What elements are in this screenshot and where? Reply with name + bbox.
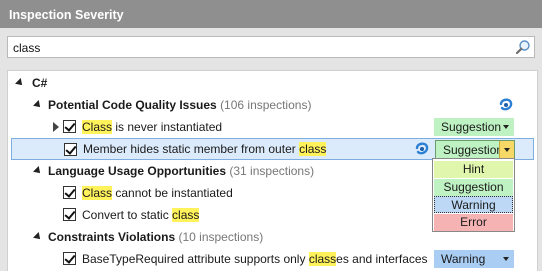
severity-options-list: Hint Suggestion Warning Error bbox=[432, 158, 515, 232]
group-count: (10 inspections) bbox=[178, 230, 264, 244]
inspection-checkbox[interactable] bbox=[63, 120, 76, 133]
search-box bbox=[7, 36, 535, 58]
inspection-checkbox[interactable] bbox=[63, 208, 76, 221]
severity-dropdown[interactable]: Suggestion bbox=[434, 118, 514, 136]
search-match-highlight: class bbox=[308, 252, 337, 266]
search-match-highlight: Class bbox=[82, 120, 113, 134]
group-count: (31 inspections) bbox=[229, 164, 315, 178]
group-name: Potential Code Quality Issues bbox=[48, 98, 217, 112]
expand-arrow-icon[interactable] bbox=[33, 166, 43, 176]
expand-arrow-icon[interactable] bbox=[33, 100, 43, 110]
group-row-code-quality[interactable]: Potential Code Quality Issues (106 inspe… bbox=[8, 94, 537, 116]
group-name: Language Usage Opportunities bbox=[48, 164, 227, 178]
expand-arrow-icon[interactable] bbox=[33, 232, 43, 242]
search-match-highlight: class bbox=[299, 142, 327, 156]
search-match-highlight: Class bbox=[82, 186, 113, 200]
option-suggestion[interactable]: Suggestion bbox=[434, 179, 513, 196]
inspection-checkbox[interactable] bbox=[63, 252, 76, 265]
option-error[interactable]: Error bbox=[434, 214, 513, 231]
tree-item-row-selected[interactable]: Member hides static member from outer cl… bbox=[11, 138, 534, 160]
root-label: C# bbox=[32, 76, 48, 90]
inspection-checkbox[interactable] bbox=[64, 143, 77, 156]
chevron-down-icon bbox=[503, 125, 509, 129]
search-icon[interactable] bbox=[515, 39, 531, 55]
search-match-highlight: class bbox=[172, 208, 200, 222]
chevron-down-icon bbox=[503, 257, 509, 261]
item-settings-icon[interactable] bbox=[414, 141, 430, 157]
inspection-checkbox[interactable] bbox=[63, 186, 76, 199]
tree-item-row[interactable]: BaseTypeRequired attribute supports only… bbox=[8, 248, 537, 270]
option-hint[interactable]: Hint bbox=[434, 161, 513, 178]
collapse-arrow-icon[interactable] bbox=[53, 122, 59, 132]
expand-arrow-icon[interactable] bbox=[15, 78, 25, 88]
group-name: Constraints Violations bbox=[48, 230, 176, 244]
tree-item-row[interactable]: Class is never instantiated Suggestion bbox=[8, 116, 537, 138]
panel-title: Inspection Severity bbox=[0, 0, 542, 28]
group-settings-icon[interactable] bbox=[498, 97, 514, 113]
dropdown-button[interactable] bbox=[499, 141, 514, 158]
group-count: (106 inspections) bbox=[220, 98, 312, 112]
tree-root-csharp[interactable]: C# bbox=[8, 72, 537, 94]
option-warning[interactable]: Warning bbox=[434, 196, 513, 213]
severity-dropdown[interactable]: Warning bbox=[434, 250, 514, 268]
search-input[interactable] bbox=[13, 39, 493, 56]
severity-dropdown-open[interactable]: Suggestion bbox=[435, 140, 515, 159]
